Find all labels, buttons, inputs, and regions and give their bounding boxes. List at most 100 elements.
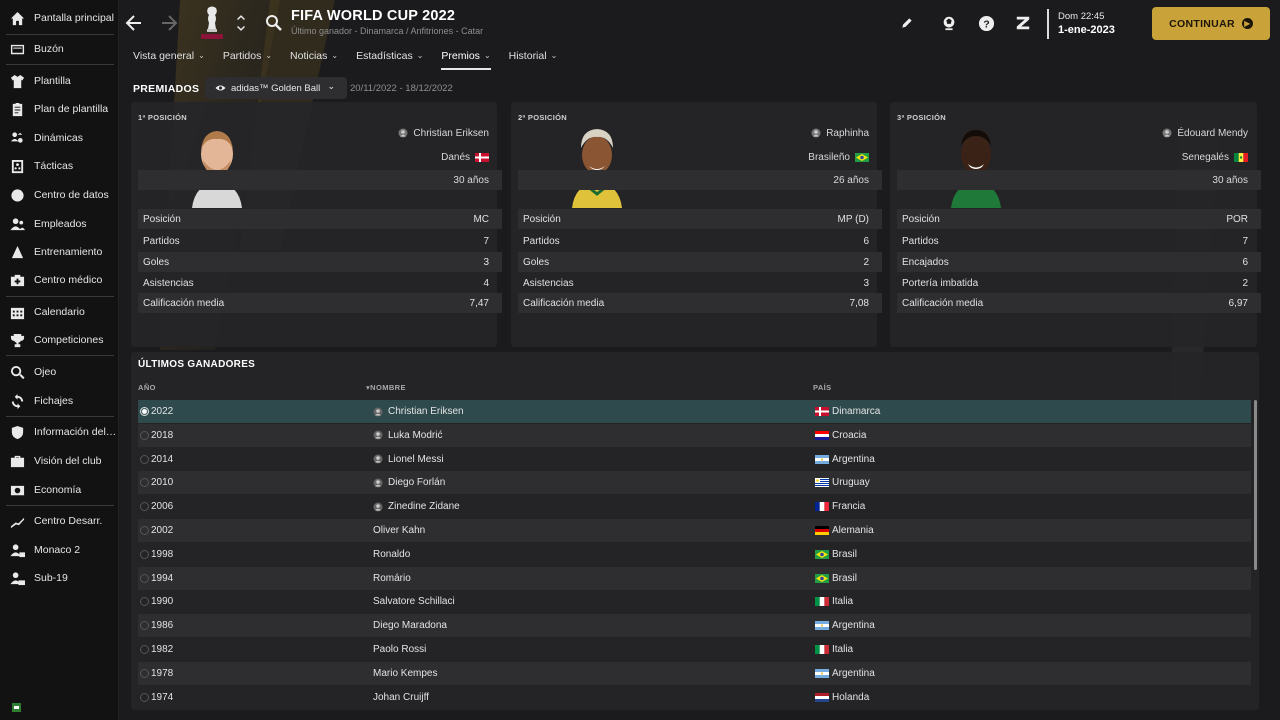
sidebar-item-plan-de-plantilla[interactable]: Plan de plantilla: [0, 96, 119, 122]
column-header-country[interactable]: PAÍS: [813, 383, 832, 392]
winner-country[interactable]: Italia: [815, 596, 853, 607]
fm-menu-button[interactable]: [1014, 14, 1032, 32]
sidebar-item-calendario[interactable]: Calendario: [0, 299, 119, 325]
row-radio[interactable]: [140, 478, 149, 488]
row-radio[interactable]: [140, 454, 149, 464]
back-button[interactable]: [123, 12, 145, 34]
sidebar-item-vision-del-club[interactable]: Visión del club: [0, 448, 119, 474]
winner-country[interactable]: Alemania: [815, 525, 874, 536]
sidebar-item-monaco-2[interactable]: Monaco 2: [0, 537, 119, 563]
row-radio[interactable]: [140, 645, 149, 654]
community-button[interactable]: [940, 14, 958, 32]
table-row[interactable]: 2002 Oliver Kahn Alemania: [138, 519, 1251, 542]
sidebar-item-informacion-del-club[interactable]: Información del…: [0, 419, 119, 445]
row-radio[interactable]: [140, 621, 149, 631]
table-row[interactable]: 1994 Romário Brasil: [138, 566, 1251, 590]
winner-name[interactable]: Christian Eriksen: [373, 406, 464, 417]
scrollbar[interactable]: [1254, 400, 1257, 570]
winner-country[interactable]: Croacia: [815, 430, 866, 441]
sidebar-item-buzon[interactable]: Buzón: [0, 36, 119, 62]
sidebar-item-plantilla[interactable]: Plantilla: [0, 68, 119, 94]
winner-country[interactable]: Holanda: [815, 692, 869, 703]
winner-name[interactable]: Paolo Rossi: [373, 644, 426, 655]
continue-button[interactable]: CONTINUAR ▶: [1152, 7, 1270, 40]
table-row[interactable]: 2006 Zinedine Zidane Francia: [138, 495, 1251, 518]
row-radio[interactable]: [140, 526, 149, 535]
forward-button[interactable]: [158, 12, 180, 34]
player-name-row[interactable]: Édouard Mendy: [897, 123, 1261, 143]
chevron-down-icon: ⌄: [327, 81, 335, 91]
winner-country[interactable]: Argentina: [815, 668, 875, 679]
winner-name[interactable]: Diego Forlán: [373, 477, 445, 488]
winner-name[interactable]: Zinedine Zidane: [373, 501, 460, 512]
winner-name[interactable]: Salvatore Schillaci: [373, 596, 455, 607]
competition-switcher[interactable]: [230, 10, 252, 36]
row-radio[interactable]: [140, 502, 149, 512]
winner-country[interactable]: Francia: [815, 501, 865, 512]
row-radio[interactable]: [140, 668, 149, 678]
table-row[interactable]: 1974 Johan Cruijff Holanda: [138, 686, 1251, 709]
table-row[interactable]: 2014 Lionel Messi Argentina: [138, 448, 1251, 471]
sidebar-item-centro-desarr[interactable]: Centro Desarr.: [0, 508, 119, 534]
sidebar-item-ojeo[interactable]: Ojeo: [0, 359, 119, 385]
row-radio[interactable]: [140, 597, 149, 607]
table-row[interactable]: 2022 Christian Eriksen Dinamarca: [138, 400, 1251, 423]
column-header-name[interactable]: ▾NOMBRE: [366, 383, 406, 392]
search-button[interactable]: [263, 12, 285, 34]
table-row[interactable]: 1990 Salvatore Schillaci Italia: [138, 590, 1251, 613]
player-name-row[interactable]: Raphinha: [518, 123, 882, 143]
sidebar-item-empleados[interactable]: Empleados: [0, 211, 119, 237]
table-row[interactable]: 1978 Mario Kempes Argentina: [138, 661, 1251, 685]
sidebar-item-dinamicas[interactable]: Dinámicas: [0, 125, 119, 151]
sidebar-item-pantalla-principal[interactable]: Pantalla principal: [0, 5, 119, 31]
sidebar-item-centro-de-datos[interactable]: Centro de datos: [0, 182, 119, 208]
winner-name[interactable]: Luka Modrić: [373, 430, 442, 441]
row-radio[interactable]: [140, 573, 149, 583]
tab-partidos[interactable]: Partidos ⌄: [223, 50, 272, 70]
winner-name[interactable]: Diego Maradona: [373, 620, 447, 631]
tab-estadisticas[interactable]: Estadísticas ⌄: [356, 50, 423, 70]
table-row[interactable]: 1998 Ronaldo Brasil: [138, 543, 1251, 566]
row-radio[interactable]: [140, 549, 149, 559]
row-radio[interactable]: [140, 692, 149, 702]
sidebar-item-competiciones[interactable]: Competiciones: [0, 327, 119, 353]
winner-name[interactable]: Johan Cruijff: [373, 692, 429, 703]
player-name-row[interactable]: Christian Eriksen: [138, 123, 502, 143]
winner-name[interactable]: Ronaldo: [373, 549, 410, 560]
winner-name[interactable]: Oliver Kahn: [373, 525, 425, 536]
row-radio[interactable]: [140, 430, 149, 440]
sidebar-item-entrenamiento[interactable]: Entrenamiento: [0, 239, 119, 265]
sidebar-item-tacticas[interactable]: Tácticas: [0, 153, 119, 179]
winner-name[interactable]: Lionel Messi: [373, 454, 444, 465]
winner-country-label: Italia: [832, 644, 854, 655]
game-time: Dom 22:45: [1058, 11, 1105, 22]
sidebar-item-sub-19[interactable]: Sub-19: [0, 565, 119, 591]
sidebar-item-centro-medico[interactable]: Centro médico: [0, 267, 119, 293]
sidebar-item-fichajes[interactable]: Fichajes: [0, 388, 119, 414]
tab-noticias[interactable]: Noticias ⌄: [290, 50, 338, 70]
table-row[interactable]: 1982 Paolo Rossi Italia: [138, 638, 1251, 661]
award-selector[interactable]: adidas™ Golden Ball ⌄: [205, 77, 347, 99]
stat-label: Partidos: [902, 235, 939, 247]
sidebar-item-economia[interactable]: Economía: [0, 477, 119, 503]
winner-country[interactable]: Uruguay: [815, 477, 870, 488]
row-radio[interactable]: [140, 407, 149, 416]
tab-premios[interactable]: Premios ⌄: [441, 50, 491, 70]
help-button[interactable]: ?: [977, 14, 995, 32]
winner-country[interactable]: Brasil: [815, 573, 857, 584]
table-row[interactable]: 2010 Diego Forlán Uruguay: [138, 471, 1251, 495]
winner-name[interactable]: Mario Kempes: [373, 668, 437, 679]
tab-historial[interactable]: Historial ⌄: [509, 50, 558, 70]
winner-country[interactable]: Brasil: [815, 549, 857, 560]
youth-team-icon: [0, 571, 34, 586]
winner-name[interactable]: Romário: [373, 573, 411, 584]
table-row[interactable]: 2018 Luka Modrić Croacia: [138, 423, 1251, 447]
winner-country[interactable]: Dinamarca: [815, 406, 880, 417]
tab-vista-general[interactable]: Vista general ⌄: [133, 50, 205, 70]
winner-country[interactable]: Italia: [815, 644, 853, 655]
winner-country[interactable]: Argentina: [815, 454, 875, 465]
table-row[interactable]: 1986 Diego Maradona Argentina: [138, 614, 1251, 638]
column-header-year[interactable]: AÑO: [138, 383, 156, 392]
winner-country[interactable]: Argentina: [815, 620, 875, 631]
edit-button[interactable]: [898, 14, 916, 32]
